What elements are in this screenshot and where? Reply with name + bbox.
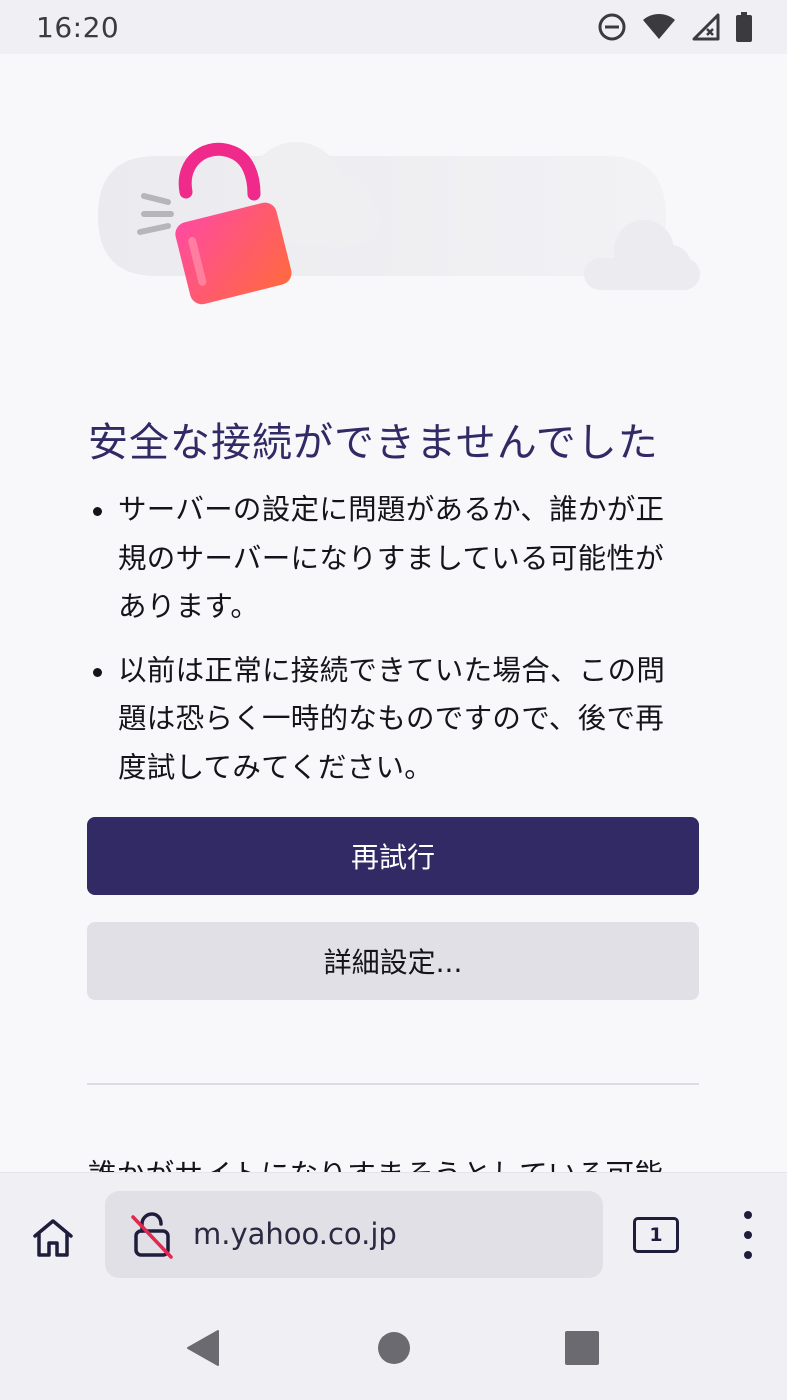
browser-toolbar: m.yahoo.co.jp 1 — [0, 1172, 787, 1296]
list-item: サーバーの設定に問題があるか、誰かが正規のサーバーになりすましている可能性があり… — [88, 486, 688, 632]
url-text[interactable]: m.yahoo.co.jp — [193, 1191, 397, 1278]
tabs-icon: 1 — [633, 1217, 679, 1253]
tabs-button[interactable]: 1 — [633, 1217, 679, 1253]
broken-lock-illustration — [98, 142, 700, 305]
advanced-info-text: 誰かがサイトになりすまそうとしている可能 — [88, 1152, 663, 1172]
status-bar: 16:20 — [0, 0, 787, 54]
home-nav-icon[interactable] — [374, 1328, 414, 1368]
list-item: 以前は正常に接続できていた場合、この問題は恐らく一時的なものですので、後で再度試… — [88, 647, 688, 793]
error-description-list: サーバーの設定に問題があるか、誰かが正規のサーバーになりすましている可能性があり… — [88, 486, 688, 807]
recents-icon[interactable] — [562, 1328, 602, 1368]
tab-count: 1 — [649, 1224, 663, 1246]
url-bar[interactable]: m.yahoo.co.jp — [105, 1191, 603, 1278]
home-icon — [33, 1219, 73, 1257]
status-time: 16:20 — [36, 10, 120, 44]
home-button[interactable] — [28, 1213, 78, 1263]
do-not-disturb-icon — [598, 13, 626, 41]
status-icons — [597, 12, 753, 42]
signal-no-service-icon — [692, 13, 720, 41]
error-page: 安全な接続ができませんでした サーバーの設定に問題があるか、誰かが正規のサーバー… — [0, 54, 787, 1172]
back-icon[interactable] — [184, 1328, 224, 1368]
divider — [87, 1083, 699, 1085]
advanced-button[interactable]: 詳細設定... — [87, 922, 699, 1000]
battery-icon — [736, 12, 752, 42]
wifi-icon — [643, 14, 675, 39]
insecure-lock-icon[interactable] — [127, 1211, 175, 1259]
system-nav-bar — [0, 1296, 787, 1400]
page-title: 安全な接続ができませんでした — [88, 420, 659, 466]
retry-button[interactable]: 再試行 — [87, 817, 699, 895]
overflow-menu-icon[interactable] — [728, 1211, 768, 1259]
